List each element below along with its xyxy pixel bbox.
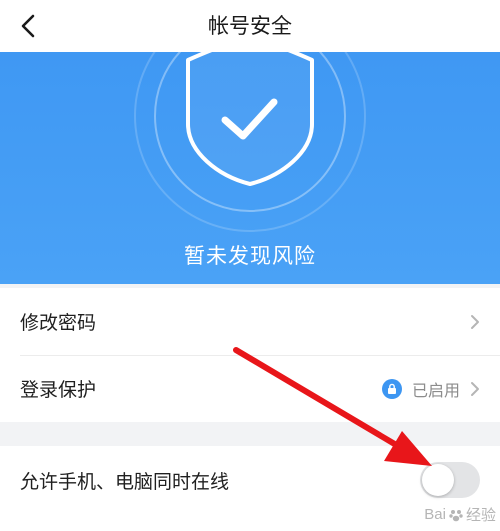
watermark-suffix: 经验 xyxy=(465,507,496,524)
login-protection-row[interactable]: 登录保护 已启用 xyxy=(0,355,500,422)
chevron-right-icon xyxy=(470,314,480,330)
nav-header: 帐号安全 xyxy=(0,0,500,52)
watermark: Bai 经验 xyxy=(424,504,496,525)
login-protection-label: 登录保护 xyxy=(20,379,97,401)
chevron-right-icon xyxy=(470,381,480,397)
page-title: 帐号安全 xyxy=(208,14,292,38)
security-status-text: 暂未发现风险 xyxy=(184,244,316,268)
watermark-text: Bai xyxy=(424,506,446,523)
security-options-group: 修改密码 登录保护 已启用 xyxy=(0,288,500,422)
paw-icon xyxy=(449,509,463,521)
lock-icon xyxy=(381,378,402,399)
shield-icon xyxy=(186,52,314,186)
login-protection-status: 已启用 xyxy=(411,380,460,400)
simultaneous-online-label: 允许手机、电脑同时在线 xyxy=(20,470,230,493)
toggle-knob xyxy=(422,464,454,496)
change-password-row[interactable]: 修改密码 xyxy=(0,288,500,355)
simultaneous-online-toggle[interactable] xyxy=(420,462,480,498)
security-status-banner: 暂未发现风险 xyxy=(0,52,500,284)
account-security-screen: 帐号安全 暂未发现风险 修改密码 登录保护 已启用 允许手机、电脑同时在线 Ba… xyxy=(0,0,500,531)
change-password-label: 修改密码 xyxy=(20,312,97,334)
